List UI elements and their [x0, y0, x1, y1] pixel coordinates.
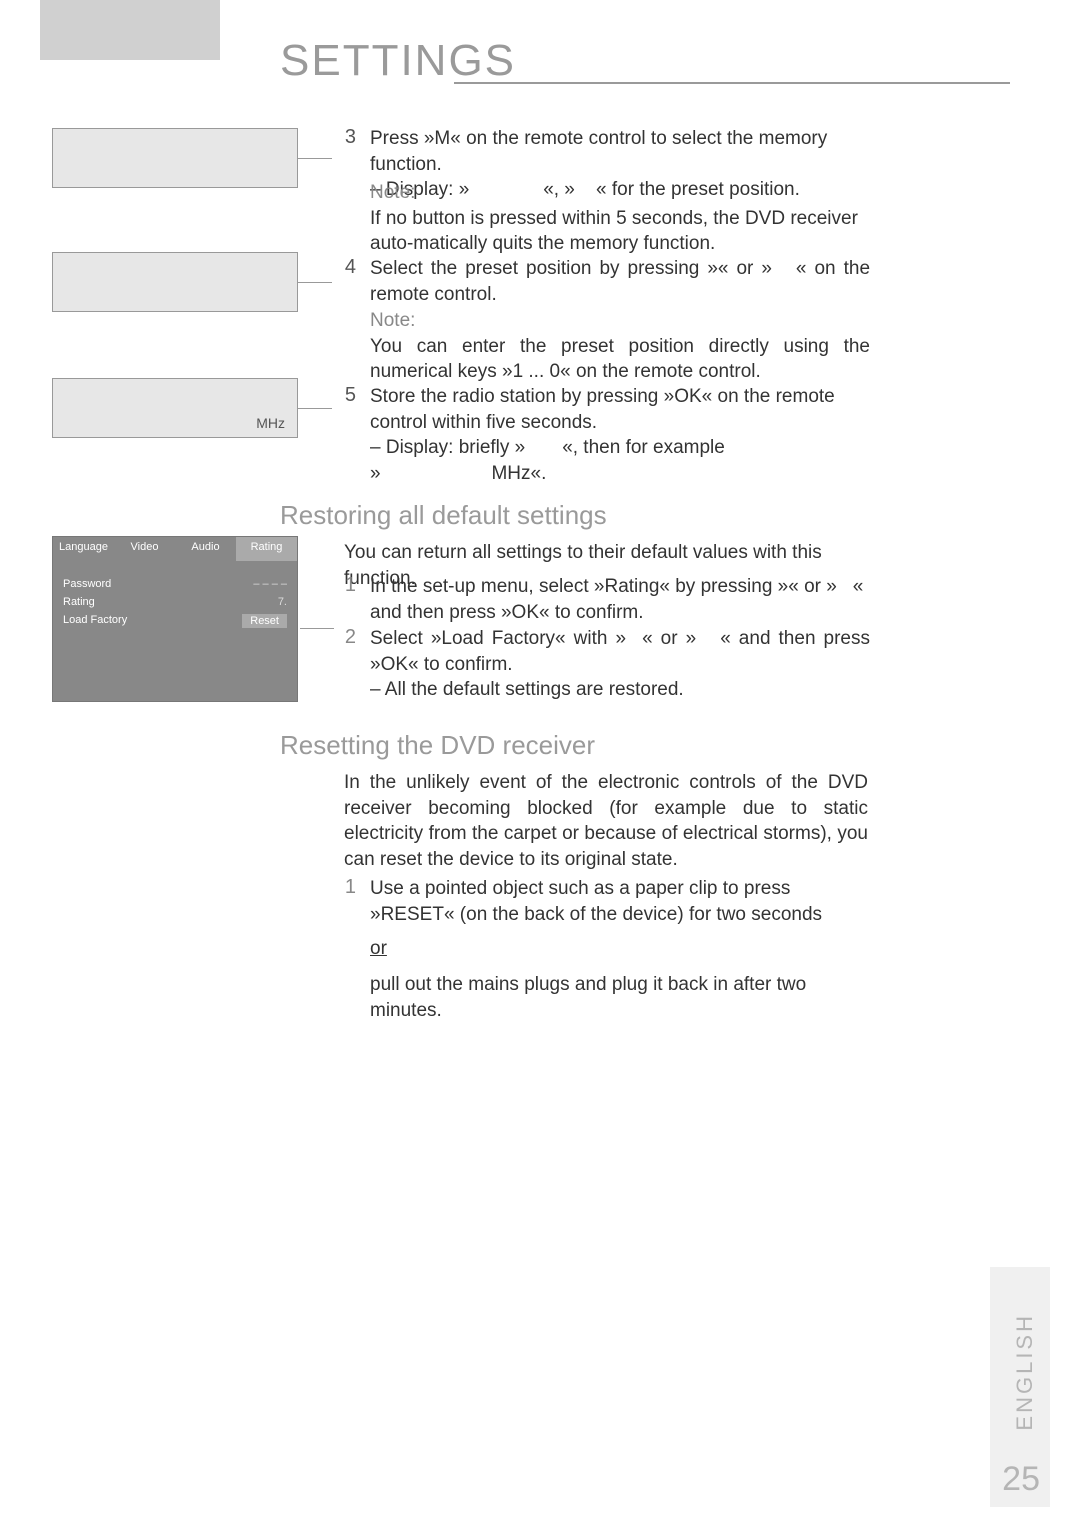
- restore-step-1-number: 1: [336, 574, 356, 597]
- connector-line-3: [298, 408, 332, 409]
- display-box-3: MHz: [52, 378, 298, 438]
- restore-step-2-number: 2: [336, 626, 356, 649]
- header-accent-block: [40, 0, 220, 60]
- step-4-text: Select the preset position by pressing »…: [370, 256, 870, 307]
- step-4-number: 4: [336, 256, 356, 279]
- display-box-1: [52, 128, 298, 188]
- reset-step-1-alt: pull out the mains plugs and plug it bac…: [370, 972, 870, 1023]
- setup-tab-video: Video: [114, 537, 175, 561]
- heading-restore-defaults: Restoring all default settings: [280, 500, 607, 531]
- footer-page-number: 25: [1002, 1460, 1040, 1499]
- display-box-2: [52, 252, 298, 312]
- restore-step-1-text: In the set-up menu, select »Rating« by p…: [370, 574, 870, 625]
- setup-menu-illustration: Language Video Audio Rating Password – –…: [52, 536, 298, 702]
- reset-step-1-text: Use a pointed object such as a paper cli…: [370, 876, 870, 927]
- step-3-number: 3: [336, 126, 356, 149]
- setup-tab-rating: Rating: [236, 537, 297, 561]
- display-box-3-mhz: MHz: [256, 415, 285, 431]
- connector-line-2: [298, 282, 332, 283]
- step-3-note: Note: If no button is pressed within 5 s…: [370, 180, 870, 257]
- setup-menu-tabs: Language Video Audio Rating: [53, 537, 297, 561]
- setup-tab-language: Language: [53, 537, 114, 561]
- reset-or: or: [370, 936, 387, 962]
- setup-menu-body: Password – – – – Rating 7. Load Factory …: [53, 561, 297, 639]
- connector-line-1: [298, 158, 332, 159]
- reset-step-1-number: 1: [336, 876, 356, 899]
- setup-row-load-factory: Load Factory Reset: [63, 611, 287, 631]
- step-4-note: Note: You can enter the preset position …: [370, 308, 870, 385]
- footer-language: ENGLISH: [1012, 1313, 1038, 1431]
- step-5-text: Store the radio station by pressing »OK«…: [370, 384, 870, 487]
- connector-line-4: [300, 628, 334, 629]
- setup-row-password: Password – – – –: [63, 575, 287, 593]
- restore-step-2-text: Select »Load Factory« with » « or » « an…: [370, 626, 870, 703]
- step-5-number: 5: [336, 384, 356, 407]
- page-title: SETTINGS: [280, 36, 516, 86]
- heading-reset-receiver: Resetting the DVD receiver: [280, 730, 595, 761]
- title-rule: [454, 82, 1010, 84]
- setup-row-rating: Rating 7.: [63, 593, 287, 611]
- reset-intro: In the unlikely event of the electronic …: [344, 770, 868, 873]
- setup-tab-audio: Audio: [175, 537, 236, 561]
